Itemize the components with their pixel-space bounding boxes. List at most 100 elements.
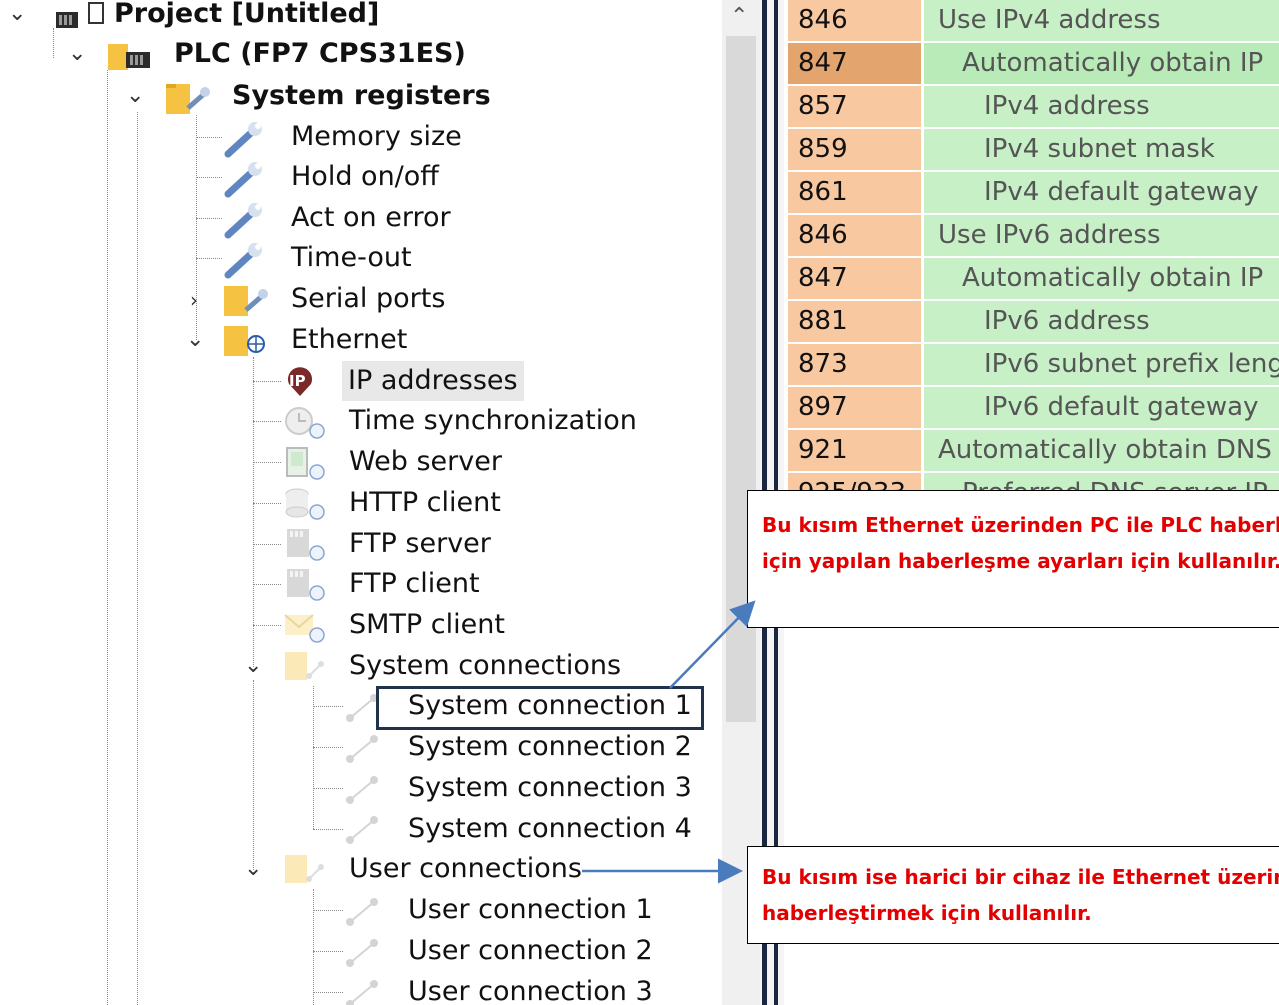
register-label: IPv6 subnet prefix length <box>924 344 1279 385</box>
tree-connector <box>253 503 281 504</box>
tree-connector <box>313 788 343 789</box>
tree-item-label: Project [Untitled] <box>114 0 380 29</box>
chevron-down-icon[interactable]: ⌄ <box>126 84 144 108</box>
tree-connector <box>253 680 254 870</box>
register-table: 846 Use IPv4 address 847 Automatically o… <box>788 0 1279 500</box>
web-globe-icon <box>286 447 325 480</box>
tree-item-plc[interactable]: PLC (FP7 CPS31ES) <box>174 34 466 74</box>
tree-item-smtp-client[interactable]: SMTP client <box>349 605 505 645</box>
tree-connector <box>313 889 314 1005</box>
tree-item-user-connections[interactable]: User connections <box>349 849 582 889</box>
project-icon <box>56 12 78 28</box>
chevron-right-icon[interactable]: › <box>190 288 198 312</box>
http-globe-icon <box>285 488 325 520</box>
folder-wrench-icon <box>166 84 210 114</box>
project-tree: ⌄ Project [Untitled] ⌄ PLC (FP7 CPS31ES)… <box>0 0 722 1005</box>
table-row[interactable]: 859 IPv4 subnet mask <box>788 129 1279 171</box>
link-icon <box>346 776 378 804</box>
folder-link-icon <box>285 855 324 883</box>
folder-globe-icon <box>224 326 265 356</box>
table-row[interactable]: 857 IPv4 address <box>788 86 1279 128</box>
tree-connector <box>253 462 281 463</box>
table-row[interactable]: 847 Automatically obtain IP <box>788 258 1279 300</box>
tree-item-project[interactable]: Project [Untitled] <box>88 0 379 34</box>
tree-item-ip-addresses[interactable]: IP addresses <box>342 361 524 401</box>
tree-item-serial-ports[interactable]: Serial ports <box>291 279 445 319</box>
tree-connector <box>196 258 222 259</box>
register-label: Automatically obtain IP <box>924 43 1279 84</box>
register-label: Automatically obtain IP <box>924 258 1279 299</box>
callout-system-connections: Bu kısım Ethernet üzerinden PC ile PLC h… <box>747 490 1279 628</box>
tree-item-system-registers[interactable]: System registers <box>232 76 491 116</box>
tree-connector <box>313 910 343 911</box>
scroll-up-arrow-icon[interactable]: ⌃ <box>730 4 748 29</box>
tree-item-time-out[interactable]: Time-out <box>291 238 412 278</box>
tree-connector <box>196 177 222 178</box>
chevron-down-icon[interactable]: ⌄ <box>244 654 262 678</box>
table-row[interactable]: 846 Use IPv4 address <box>788 0 1279 42</box>
chevron-down-icon[interactable]: ⌄ <box>186 328 204 352</box>
tree-item-memory-size[interactable]: Memory size <box>291 117 462 157</box>
register-label: Use IPv6 address <box>924 215 1279 256</box>
table-row[interactable]: 897 IPv6 default gateway <box>788 387 1279 429</box>
tree-item-http-client[interactable]: HTTP client <box>349 483 501 523</box>
table-row[interactable]: 873 IPv6 subnet prefix length <box>788 344 1279 386</box>
tree-item-system-connection-2[interactable]: System connection 2 <box>408 727 692 767</box>
register-number: 859 <box>788 129 922 170</box>
link-icon <box>346 816 378 844</box>
register-label: IPv4 address <box>924 86 1279 127</box>
tree-connector <box>313 992 343 993</box>
register-label: Automatically obtain DNS <box>924 430 1279 471</box>
wrench-icon <box>224 203 262 239</box>
highlight-box <box>376 686 704 730</box>
register-number: 921 <box>788 430 922 471</box>
table-row[interactable]: 921 Automatically obtain DNS <box>788 430 1279 472</box>
register-number: 861 <box>788 172 922 213</box>
register-number: 846 <box>788 215 922 256</box>
folder-wrench-icon <box>224 286 268 316</box>
tree-item-ftp-server[interactable]: FTP server <box>349 524 491 564</box>
register-number: 847 <box>788 258 922 299</box>
callout-text-line: için yapılan haberleşme ayarları için ku… <box>762 549 1279 573</box>
tree-item-ethernet[interactable]: Ethernet <box>291 320 407 360</box>
tree-item-web-server[interactable]: Web server <box>349 442 502 482</box>
tree-item-ftp-client[interactable]: FTP client <box>349 564 480 604</box>
tree-connector <box>253 584 281 585</box>
table-row[interactable]: 847 Automatically obtain IP <box>788 43 1279 85</box>
tree-connector <box>313 829 343 830</box>
tree-item-system-connection-4[interactable]: System connection 4 <box>408 809 692 849</box>
callout-text-line: Bu kısım Ethernet üzerinden PC ile PLC h… <box>762 513 1279 537</box>
folder-plc-icon <box>108 44 150 70</box>
wrench-icon <box>224 122 262 158</box>
register-number: 873 <box>788 344 922 385</box>
tree-item-system-connection-3[interactable]: System connection 3 <box>408 768 692 808</box>
envelope-globe-icon <box>284 614 325 643</box>
link-icon <box>346 939 378 967</box>
tree-item-user-connection-1[interactable]: User connection 1 <box>408 890 653 930</box>
wrench-icon <box>224 162 262 198</box>
register-label: IPv6 default gateway <box>924 387 1279 428</box>
register-number: 897 <box>788 387 922 428</box>
tree-connector <box>253 544 281 545</box>
tree-item-time-synchronization[interactable]: Time synchronization <box>349 401 637 441</box>
tree-connector <box>253 357 254 667</box>
link-icon <box>346 735 378 763</box>
tree-connector <box>313 951 343 952</box>
tree-item-system-connections[interactable]: System connections <box>349 646 621 686</box>
chevron-down-icon[interactable]: ⌄ <box>8 2 26 26</box>
table-row[interactable]: 861 IPv4 default gateway <box>788 172 1279 214</box>
tree-item-act-on-error[interactable]: Act on error <box>291 198 451 238</box>
chevron-down-icon[interactable]: ⌄ <box>244 857 262 881</box>
chevron-down-icon[interactable]: ⌄ <box>68 42 86 66</box>
register-number: 846 <box>788 0 922 41</box>
tree-item-hold-on-off[interactable]: Hold on/off <box>291 157 439 197</box>
tree-item-user-connection-2[interactable]: User connection 2 <box>408 931 653 971</box>
table-row[interactable]: 881 IPv6 address <box>788 301 1279 343</box>
folder-link-icon <box>285 652 324 680</box>
table-row[interactable]: 846 Use IPv6 address <box>788 215 1279 257</box>
tree-connector <box>313 747 343 748</box>
sd-card-globe-icon <box>287 569 325 601</box>
ip-icon-label: IP <box>289 372 306 390</box>
callout-text-line: haberleştirmek için kullanılır. <box>762 901 1092 925</box>
tree-item-user-connection-3[interactable]: User connection 3 <box>408 972 653 1005</box>
